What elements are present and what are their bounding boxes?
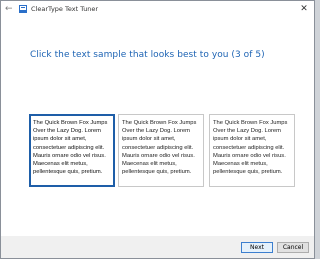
button-bar: Next Cancel xyxy=(1,236,314,258)
text-sample-2[interactable]: The Quick Brown Fox Jumps Over the Lazy … xyxy=(118,114,204,187)
title-bar: ← ClearType Text Tuner ✕ xyxy=(1,1,314,18)
text-sample-1[interactable]: The Quick Brown Fox Jumps Over the Lazy … xyxy=(29,114,115,187)
back-arrow-icon[interactable]: ← xyxy=(5,3,15,15)
next-button[interactable]: Next xyxy=(241,242,273,253)
text-samples: The Quick Brown Fox Jumps Over the Lazy … xyxy=(29,114,295,189)
close-icon[interactable]: ✕ xyxy=(298,3,310,15)
cleartype-window: ← ClearType Text Tuner ✕ Click the text … xyxy=(0,0,315,259)
text-sample-3[interactable]: The Quick Brown Fox Jumps Over the Lazy … xyxy=(209,114,295,187)
page-heading: Click the text sample that looks best to… xyxy=(30,50,265,60)
cleartype-app-icon xyxy=(19,5,27,13)
window-title: ClearType Text Tuner xyxy=(31,5,99,13)
cancel-button[interactable]: Cancel xyxy=(277,242,309,253)
